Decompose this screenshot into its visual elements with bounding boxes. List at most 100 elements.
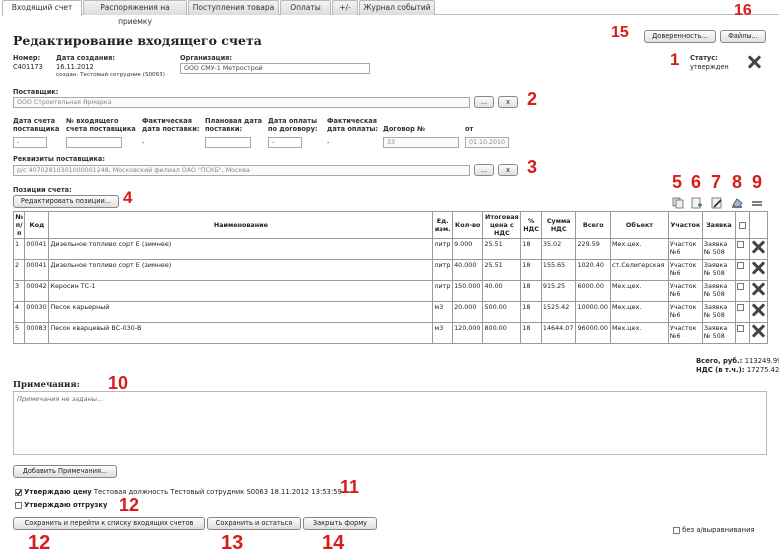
table-row[interactable]: 2 00041 Дизельное топливо сорт Е (зимнее) л… <box>12 259 768 281</box>
select-all-checkbox[interactable] <box>739 221 747 229</box>
approve-price-checkbox[interactable] <box>15 488 22 496</box>
table-row[interactable]: 3 00042 Керосин ТС-1 литр 150.000 40.00 18 915.… <box>12 280 768 302</box>
supplier-field[interactable]: ООО Строительная Ярмарка <box>13 97 470 108</box>
col-vat-sum: Сумма НДС <box>540 211 577 239</box>
row-object: Мех.цех. <box>610 238 669 260</box>
close-form-button[interactable]: Закрыть форму <box>303 517 377 530</box>
actual-delivery-label: Фактическая дата поставки: <box>142 117 200 133</box>
status-value: утвержден <box>690 63 729 71</box>
col-total: Всего <box>575 211 612 239</box>
stamp-icon[interactable] <box>731 197 743 209</box>
row-vat-percent: 18 <box>520 238 542 260</box>
notes-area[interactable]: Примечания не заданы... <box>13 391 767 455</box>
row-checkbox[interactable] <box>736 240 744 248</box>
row-name: Песок карьерный <box>48 301 434 323</box>
table-row[interactable]: 1 00041 Дизельное топливо сорт Е (зимнее) л… <box>12 238 768 260</box>
col-price: Итоговая цена с НДС <box>482 211 522 239</box>
row-name: Песок кварцевый ВС-030-В <box>48 322 434 344</box>
tab-event-log[interactable]: Журнал событий <box>359 0 435 15</box>
table-row[interactable]: 5 00083 Песок кварцевый ВС-030-В м3 120.000 8… <box>12 322 768 344</box>
row-request: Заявка № 508 <box>701 301 736 323</box>
marker-3: 3 <box>527 157 538 177</box>
row-total: 10000.00 <box>575 301 612 323</box>
requisites-select-button[interactable]: ... <box>474 164 494 176</box>
no-adjust-checkbox[interactable] <box>673 526 680 534</box>
created-by: создан: Тестовый сотрудник (S0063) <box>56 72 165 78</box>
files-button[interactable]: Файлы... <box>720 30 766 43</box>
add-notes-button[interactable]: Добавить Примечания... <box>13 465 117 478</box>
supplier-select-button[interactable]: ... <box>474 96 494 108</box>
planned-delivery-label: Плановая дата поставки: <box>205 117 263 133</box>
row-checkbox-cell[interactable] <box>734 259 751 281</box>
add-document-icon[interactable] <box>691 197 703 209</box>
row-name: Керосин ТС-1 <box>48 280 434 302</box>
planned-delivery-field[interactable] <box>205 137 251 148</box>
invoice-date-field[interactable]: - <box>13 137 47 148</box>
row-vat-sum: 155.65 <box>540 259 577 281</box>
table-row[interactable]: 4 00030 Песок карьерный м3 20.000 500.00 18 152… <box>12 301 768 323</box>
tab-payments[interactable]: Оплаты <box>280 0 331 15</box>
row-object: Мех.цех. <box>610 280 669 302</box>
save-and-stay-button[interactable]: Сохранить и остаться <box>207 517 301 530</box>
row-checkbox[interactable] <box>736 282 744 290</box>
page-title: Редактирование входящего счета <box>13 33 262 48</box>
approve-shipment-label: Утверждаю отгрузку <box>24 501 108 509</box>
row-delete-cell[interactable] <box>749 238 768 260</box>
tab-receiving-orders[interactable]: Распоряжения на приемку <box>83 0 187 26</box>
supplier-invoice-number-field[interactable] <box>66 137 122 148</box>
actual-payment-label: Фактическая дата оплаты: <box>327 117 379 133</box>
row-checkbox[interactable] <box>736 303 744 311</box>
marker-12-bottom: 12 <box>28 532 51 553</box>
row-delete-cell[interactable] <box>749 280 768 302</box>
requisites-clear-button[interactable]: x <box>498 164 518 176</box>
contract-payment-field[interactable]: - <box>268 137 302 148</box>
row-delete-cell[interactable] <box>749 259 768 281</box>
col-select-all[interactable] <box>734 211 751 239</box>
row-checkbox-cell[interactable] <box>734 280 751 302</box>
row-section: Участок №6 <box>667 280 703 302</box>
row-code: 00041 <box>24 238 50 260</box>
row-checkbox-cell[interactable] <box>734 238 751 260</box>
row-checkbox[interactable] <box>736 324 744 332</box>
tab-incoming-invoice[interactable]: Входящий счет <box>2 0 82 16</box>
row-checkbox-cell[interactable] <box>734 322 751 344</box>
row-delete-cell[interactable] <box>749 301 768 323</box>
contract-from-label: от <box>465 125 474 133</box>
menu-lines-icon[interactable] <box>751 197 763 209</box>
row-delete-cell[interactable] <box>749 322 768 344</box>
contract-date-field[interactable]: 01.10.2010 <box>465 137 509 148</box>
delete-row-icon[interactable] <box>751 303 765 317</box>
copy-icon[interactable] <box>672 197 684 209</box>
col-vat-percent: % НДС <box>520 211 542 239</box>
edit-pencil-icon[interactable] <box>711 197 723 209</box>
org-label: Организация: <box>180 54 233 62</box>
approve-price-label: Утверждаю цену <box>24 488 92 496</box>
delete-row-icon[interactable] <box>751 324 765 338</box>
contract-number-field[interactable]: 33 <box>383 137 459 148</box>
row-vat-sum: 14644.07 <box>540 322 577 344</box>
org-field[interactable]: ООО СМУ-1 Метрострой <box>180 63 370 74</box>
status-close-icon[interactable] <box>747 55 761 71</box>
supplier-clear-button[interactable]: x <box>498 96 518 108</box>
marker-5: 5 <box>672 172 683 192</box>
power-of-attorney-button[interactable]: Доверенность... <box>644 30 716 43</box>
delete-row-icon[interactable] <box>751 240 765 254</box>
tab-bar: Входящий счет Распоряжения на приемку По… <box>2 0 779 26</box>
save-and-go-to-list-button[interactable]: Сохранить и перейти к списку входящих сч… <box>13 517 205 530</box>
row-number: 5 <box>12 322 26 344</box>
col-name: Наименование <box>48 211 434 239</box>
tab-plus-minus[interactable]: +/- <box>332 0 358 15</box>
row-checkbox[interactable] <box>736 261 744 269</box>
row-checkbox-cell[interactable] <box>734 301 751 323</box>
approve-shipment-checkbox[interactable] <box>15 501 22 509</box>
delete-row-icon[interactable] <box>751 282 765 296</box>
requisites-label: Реквизиты поставщика: <box>13 155 106 163</box>
edit-positions-button[interactable]: Редактировать позиции... <box>13 195 119 208</box>
row-vat-sum: 1525.42 <box>540 301 577 323</box>
delete-row-icon[interactable] <box>751 261 765 275</box>
row-total: 6000.00 <box>575 280 612 302</box>
tab-goods-receipts[interactable]: Поступления товара <box>188 0 279 15</box>
requisites-field[interactable]: р/с 40702810301000001248, Московский фил… <box>13 165 470 176</box>
marker-11: 11 <box>340 477 360 497</box>
vat-value: 17275.42 <box>746 366 779 374</box>
